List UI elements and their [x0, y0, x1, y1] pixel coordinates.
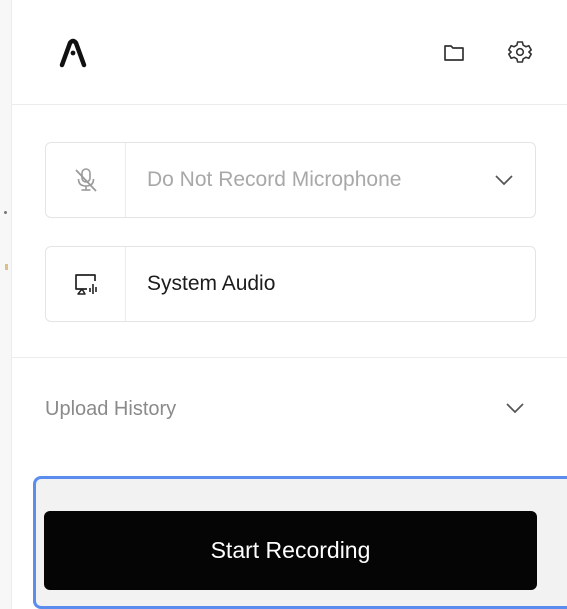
folder-icon [444, 45, 464, 61]
window-edge [0, 0, 12, 609]
recorder-panel: Do Not Record Microphone System Audio Up… [0, 0, 567, 609]
microphone-label: Do Not Record Microphone [147, 168, 402, 191]
upload-history-label: Upload History [45, 398, 177, 420]
edge-mark [5, 264, 8, 270]
microphone-select[interactable]: Do Not Record Microphone [45, 142, 536, 218]
gear-icon [508, 41, 532, 63]
folder-button[interactable] [440, 38, 468, 66]
start-recording-button[interactable]: Start Recording [44, 511, 537, 590]
system-audio-toggle[interactable]: System Audio [45, 246, 536, 322]
system-audio-icon-cell [46, 247, 126, 321]
settings-button[interactable] [506, 38, 534, 66]
upload-history-toggle[interactable]: Upload History [12, 358, 567, 475]
screen-audio-icon [74, 274, 97, 295]
mic-off-icon [74, 168, 97, 192]
microphone-dropdown-toggle[interactable] [473, 174, 535, 186]
microphone-icon-cell [46, 143, 126, 217]
panel-header [12, 0, 567, 105]
edge-dot [4, 211, 7, 214]
chevron-down-icon [495, 175, 513, 186]
chevron-down-icon [506, 403, 524, 414]
system-audio-label: System Audio [147, 272, 276, 295]
logo-icon [59, 38, 87, 68]
